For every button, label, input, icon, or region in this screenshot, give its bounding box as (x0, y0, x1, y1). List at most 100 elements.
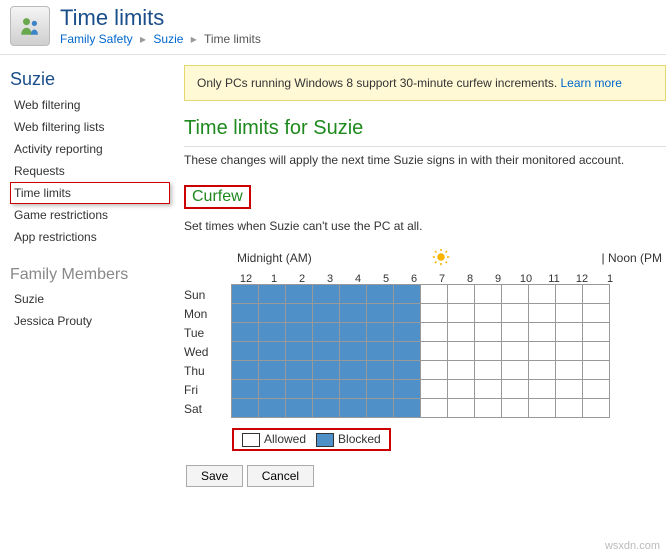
schedule-cell[interactable] (366, 341, 394, 361)
schedule-cell[interactable] (582, 284, 610, 304)
schedule-cell[interactable] (582, 303, 610, 323)
schedule-cell[interactable] (420, 284, 448, 304)
schedule-cell[interactable] (447, 398, 475, 418)
schedule-cell[interactable] (447, 341, 475, 361)
schedule-cell[interactable] (366, 398, 394, 418)
schedule-cell[interactable] (339, 341, 367, 361)
schedule-cell[interactable] (420, 360, 448, 380)
schedule-cell[interactable] (474, 341, 502, 361)
schedule-cell[interactable] (474, 379, 502, 399)
schedule-cell[interactable] (393, 379, 421, 399)
schedule-cell[interactable] (366, 322, 394, 342)
schedule-cell[interactable] (555, 379, 583, 399)
breadcrumb-root[interactable]: Family Safety (60, 32, 133, 46)
schedule-cell[interactable] (285, 341, 313, 361)
save-button[interactable]: Save (186, 465, 243, 487)
schedule-cell[interactable] (528, 379, 556, 399)
schedule-cell[interactable] (393, 322, 421, 342)
schedule-cell[interactable] (285, 322, 313, 342)
schedule-cell[interactable] (474, 360, 502, 380)
schedule-cell[interactable] (528, 322, 556, 342)
schedule-cell[interactable] (312, 322, 340, 342)
schedule-cell[interactable] (582, 379, 610, 399)
schedule-cell[interactable] (258, 303, 286, 323)
schedule-cell[interactable] (474, 398, 502, 418)
sidebar-item-requests[interactable]: Requests (10, 160, 170, 182)
schedule-cell[interactable] (582, 322, 610, 342)
schedule-cell[interactable] (366, 379, 394, 399)
schedule-cell[interactable] (528, 303, 556, 323)
schedule-cell[interactable] (393, 398, 421, 418)
sidebar-item-app-restrictions[interactable]: App restrictions (10, 226, 170, 248)
schedule-cell[interactable] (231, 322, 259, 342)
schedule-cell[interactable] (420, 341, 448, 361)
schedule-cell[interactable] (393, 303, 421, 323)
schedule-cell[interactable] (285, 398, 313, 418)
schedule-cell[interactable] (555, 398, 583, 418)
schedule-cell[interactable] (258, 398, 286, 418)
schedule-cell[interactable] (231, 341, 259, 361)
sidebar-item-game-restrictions[interactable]: Game restrictions (10, 204, 170, 226)
schedule-cell[interactable] (474, 284, 502, 304)
schedule-cell[interactable] (447, 303, 475, 323)
schedule-cell[interactable] (393, 341, 421, 361)
schedule-cell[interactable] (393, 284, 421, 304)
schedule-cell[interactable] (501, 322, 529, 342)
schedule-cell[interactable] (501, 360, 529, 380)
sidebar-item-web-filtering[interactable]: Web filtering (10, 94, 170, 116)
schedule-cell[interactable] (312, 379, 340, 399)
schedule-cell[interactable] (447, 322, 475, 342)
schedule-cell[interactable] (339, 398, 367, 418)
schedule-cell[interactable] (366, 284, 394, 304)
schedule-cell[interactable] (501, 398, 529, 418)
sidebar-item-time-limits[interactable]: Time limits (10, 182, 170, 204)
family-member-jessica-prouty[interactable]: Jessica Prouty (10, 310, 170, 332)
schedule-cell[interactable] (231, 398, 259, 418)
schedule-cell[interactable] (501, 341, 529, 361)
schedule-cell[interactable] (258, 341, 286, 361)
schedule-cell[interactable] (258, 360, 286, 380)
schedule-cell[interactable] (447, 379, 475, 399)
schedule-cell[interactable] (312, 398, 340, 418)
schedule-cell[interactable] (474, 322, 502, 342)
schedule-cell[interactable] (528, 341, 556, 361)
schedule-cell[interactable] (258, 379, 286, 399)
family-member-suzie[interactable]: Suzie (10, 288, 170, 310)
schedule-cell[interactable] (447, 360, 475, 380)
schedule-cell[interactable] (528, 398, 556, 418)
schedule-cell[interactable] (582, 341, 610, 361)
schedule-cell[interactable] (528, 284, 556, 304)
schedule-cell[interactable] (339, 284, 367, 304)
schedule-cell[interactable] (420, 303, 448, 323)
schedule-cell[interactable] (231, 303, 259, 323)
schedule-cell[interactable] (339, 303, 367, 323)
schedule-cell[interactable] (420, 398, 448, 418)
schedule-cell[interactable] (312, 341, 340, 361)
schedule-cell[interactable] (366, 303, 394, 323)
schedule-cell[interactable] (528, 360, 556, 380)
schedule-grid[interactable]: SunMonTueWedThuFriSat (184, 285, 666, 418)
schedule-cell[interactable] (285, 303, 313, 323)
schedule-cell[interactable] (312, 303, 340, 323)
schedule-cell[interactable] (501, 284, 529, 304)
schedule-cell[interactable] (447, 284, 475, 304)
schedule-cell[interactable] (501, 379, 529, 399)
schedule-cell[interactable] (582, 360, 610, 380)
schedule-cell[interactable] (555, 322, 583, 342)
schedule-cell[interactable] (366, 360, 394, 380)
schedule-cell[interactable] (555, 360, 583, 380)
schedule-cell[interactable] (501, 303, 529, 323)
schedule-cell[interactable] (339, 379, 367, 399)
cancel-button[interactable]: Cancel (247, 465, 314, 487)
sidebar-item-activity-reporting[interactable]: Activity reporting (10, 138, 170, 160)
schedule-cell[interactable] (312, 360, 340, 380)
schedule-cell[interactable] (285, 284, 313, 304)
schedule-cell[interactable] (339, 322, 367, 342)
schedule-cell[interactable] (231, 360, 259, 380)
schedule-cell[interactable] (231, 379, 259, 399)
schedule-cell[interactable] (420, 322, 448, 342)
schedule-cell[interactable] (582, 398, 610, 418)
breadcrumb-user[interactable]: Suzie (153, 32, 183, 46)
schedule-cell[interactable] (258, 284, 286, 304)
schedule-cell[interactable] (474, 303, 502, 323)
